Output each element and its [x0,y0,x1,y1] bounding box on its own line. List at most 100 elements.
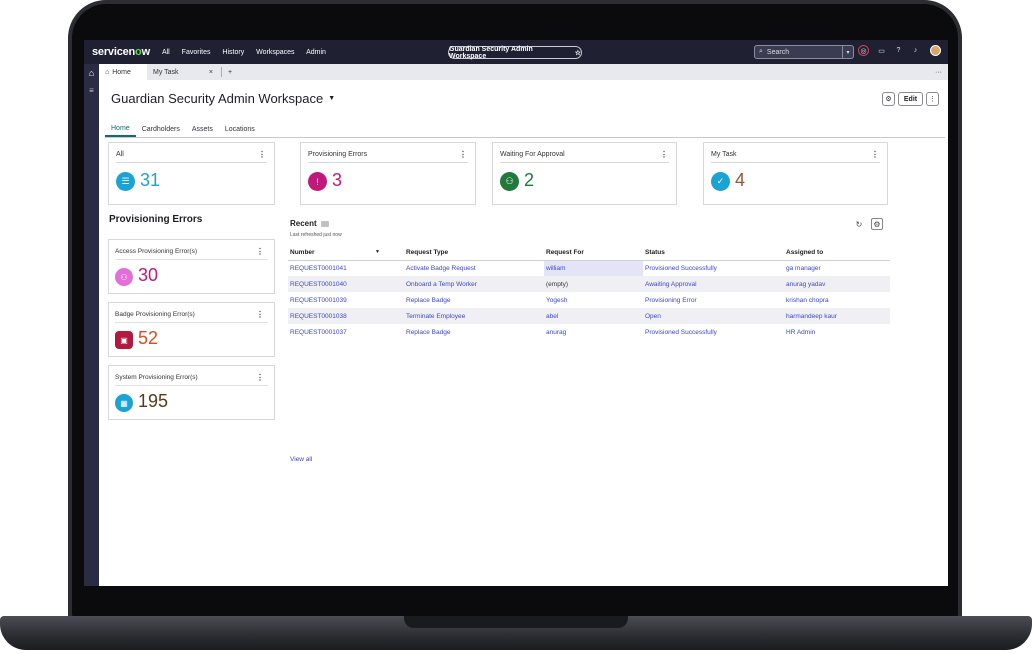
table-row[interactable]: REQUEST0001038 Terminate Employee abel O… [288,308,890,324]
system-provisioning-card[interactable]: System Provisioning Error(s) ⋮ ▦ 195 [108,365,275,420]
help-icon[interactable]: ? [894,46,903,55]
page-tab-strip: ⌂ Home My Task × + ··· [99,64,948,80]
avatar[interactable] [930,45,941,56]
tab-home-label: Home [112,68,131,76]
request-type-link[interactable]: Activate Badge Request [404,260,544,276]
column-header[interactable]: Status [643,245,784,261]
top-bar: servicenow All Favorites History Workspa… [84,40,948,64]
gear-icon[interactable]: ⚙ [871,218,883,230]
request-number-link[interactable]: REQUEST0001040 [288,276,404,292]
bell-icon[interactable]: ♪ [911,46,920,55]
kebab-icon[interactable]: ⋮ [660,150,668,159]
tab-assets[interactable]: Assets [186,122,219,137]
tab-my-task[interactable]: My Task × [147,64,219,80]
page-title[interactable]: Guardian Security Admin Workspace ▼ [111,91,335,106]
tab-cardholders[interactable]: Cardholders [136,122,186,137]
assigned-to-link[interactable]: harmandeep kaur [784,308,890,324]
status-link[interactable]: Open [643,308,784,324]
assigned-to-link[interactable]: HR Admin [784,324,890,340]
table-row[interactable]: REQUEST0001040 Onboard a Temp Worker (em… [288,276,890,292]
request-for-link[interactable]: anurag [544,324,643,340]
tab-home[interactable]: ⌂ Home [99,64,147,80]
column-header[interactable]: Number ▼ [288,245,404,261]
home-icon[interactable]: ⌂ [84,64,99,81]
request-type-link[interactable]: Onboard a Temp Worker [404,276,544,292]
nav-favorites[interactable]: Favorites [182,49,211,56]
badge-provisioning-card[interactable]: Badge Provisioning Error(s) ⋮ ▣ 52 [108,302,275,357]
recent-actions: ↻ ⚙ [853,218,883,230]
kpi-card-waiting-for-approval[interactable]: Waiting For Approval ⋮ ⚇ 2 [492,142,677,205]
sort-desc-icon[interactable]: ▼ [375,249,380,255]
card-value: 30 [138,265,159,285]
sidebar: ⌂ ≡ [84,64,99,586]
servicenow-logo[interactable]: servicenow [92,46,150,58]
settings-button[interactable]: ⚙ [882,92,895,106]
kpi-card-all[interactable]: All ⋮ ☰ 31 [108,142,275,205]
column-header[interactable]: Request For [544,245,643,261]
status-link[interactable]: Provisioning Error [643,292,784,308]
search-dropdown-icon[interactable]: ▾ [842,46,853,58]
table-row[interactable]: REQUEST0001041 Activate Badge Request wi… [288,260,890,276]
chevron-down-icon[interactable]: ▼ [328,95,335,102]
table-row[interactable]: REQUEST0001039 Replace Badge Yogesh Prov… [288,292,890,308]
assigned-to-link[interactable]: krishan chopra [784,292,890,308]
column-header[interactable]: Request Type [404,245,544,261]
kebab-icon[interactable]: ⋮ [459,150,467,159]
kebab-icon[interactable]: ⋮ [256,373,264,382]
column-header[interactable]: Assigned to [784,245,890,261]
edit-button[interactable]: Edit [898,92,923,106]
nav-all[interactable]: All [162,49,170,56]
more-tabs-icon[interactable]: ··· [935,64,948,80]
top-icons: ◎ ▭ ? ♪ [858,45,941,56]
kpi-card-provisioning-errors[interactable]: Provisioning Errors ⋮ ! 3 [300,142,476,205]
request-number-link[interactable]: REQUEST0001037 [288,324,404,340]
kpi-label: Waiting For Approval [500,151,565,158]
kpi-value: 31 [140,170,161,190]
status-link[interactable]: Provisioned Successfully [643,260,784,276]
workspace-pill[interactable]: Guardian Security Admin Workspace ☆ [448,46,582,60]
kpi-value: 2 [524,170,535,190]
search-input[interactable]: ⌕ Search ▾ [754,45,854,59]
recent-title-text: Recent [290,219,317,228]
status-link[interactable]: Awaiting Approval [643,276,784,292]
table-row[interactable]: REQUEST0001037 Replace Badge anurag Prov… [288,324,890,340]
kpi-card-my-task[interactable]: My Task ⋮ ✓ 4 [703,142,888,205]
request-for-link[interactable]: Yogesh [544,292,643,308]
assigned-to-link[interactable]: ga manager [784,260,890,276]
kebab-icon[interactable]: ⋮ [871,150,879,159]
tab-home-sub[interactable]: Home [105,122,136,137]
request-type-link[interactable]: Terminate Employee [404,308,544,324]
request-number-link[interactable]: REQUEST0001039 [288,292,404,308]
status-link[interactable]: Provisioned Successfully [643,324,784,340]
list-icon[interactable]: ≡ [84,83,99,97]
request-type-link[interactable]: Replace Badge [404,292,544,308]
add-tab-button[interactable]: + [224,64,236,80]
favorite-star-icon[interactable]: ☆ [575,49,581,57]
grid-icon: ▦ [115,394,133,412]
kebab-icon[interactable]: ⋮ [256,310,264,319]
table-header: Number ▼ Request Type Request For Status … [288,245,890,261]
assigned-to-link[interactable]: anurag yadav [784,276,890,292]
kpi-label: Provisioning Errors [308,151,368,158]
more-options-button[interactable]: ⋮ [926,92,939,106]
request-for-link[interactable]: william [544,260,643,276]
tab-locations[interactable]: Locations [219,122,261,137]
request-number-link[interactable]: REQUEST0001038 [288,308,404,324]
chat-icon[interactable]: ▭ [877,46,886,55]
globe-icon[interactable]: ◎ [858,45,869,56]
close-icon[interactable]: × [209,69,213,76]
nav-history[interactable]: History [222,49,244,56]
search-placeholder: Search [766,48,790,56]
kebab-icon[interactable]: ⋮ [256,247,264,256]
request-for-link[interactable]: abel [544,308,643,324]
home-tab-icon: ⌂ [105,68,110,76]
kebab-icon[interactable]: ⋮ [258,150,266,159]
access-provisioning-card[interactable]: Access Provisioning Error(s) ⋮ ⚇ 30 [108,239,275,294]
view-all-link[interactable]: View all [290,456,312,463]
refresh-icon[interactable]: ↻ [853,218,865,230]
request-type-link[interactable]: Replace Badge [404,324,544,340]
nav-workspaces[interactable]: Workspaces [256,49,294,56]
recent-table: Number ▼ Request Type Request For Status … [288,245,890,340]
request-number-link[interactable]: REQUEST0001041 [288,260,404,276]
nav-admin[interactable]: Admin [306,49,326,56]
